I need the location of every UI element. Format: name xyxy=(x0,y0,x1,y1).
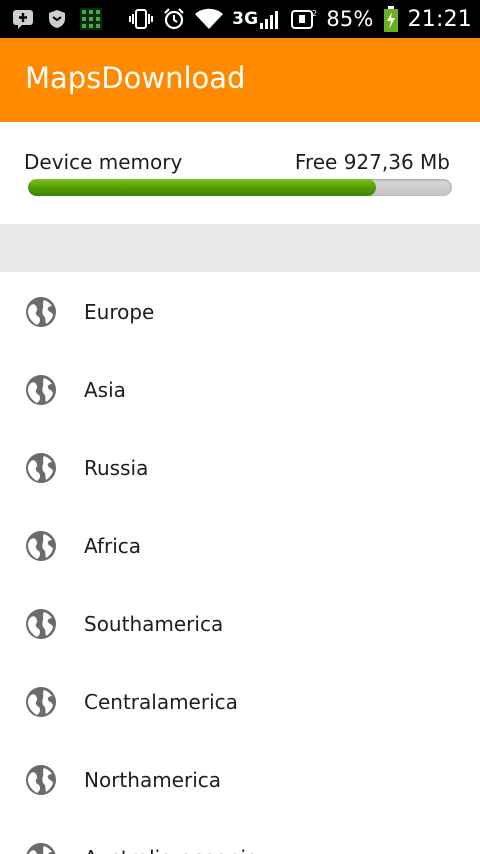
list-item-label: Australia-oceania xyxy=(84,846,258,854)
list-item[interactable]: Centralamerica xyxy=(0,662,480,740)
svg-text:2: 2 xyxy=(312,9,317,18)
list-item-label: Africa xyxy=(84,534,142,558)
memory-progress-fill xyxy=(28,179,376,196)
list-item-label: Northamerica xyxy=(84,768,222,792)
app-title: MapsDownload xyxy=(25,61,246,95)
battery-charging-icon xyxy=(383,6,399,32)
globe-icon xyxy=(25,374,57,406)
list-item[interactable]: Asia xyxy=(0,350,480,428)
list-item[interactable]: Australia-oceania xyxy=(0,818,480,854)
grid-app-icon xyxy=(80,8,102,30)
section-divider xyxy=(0,224,480,272)
memory-label: Device memory xyxy=(24,150,183,174)
bbm-icon xyxy=(12,9,34,29)
shield-icon xyxy=(48,9,66,29)
clock: 21:21 xyxy=(407,6,472,32)
globe-icon xyxy=(25,530,57,562)
globe-icon xyxy=(25,686,57,718)
list-item[interactable]: Europe xyxy=(0,272,480,350)
alarm-icon xyxy=(162,7,186,31)
globe-icon xyxy=(25,296,57,328)
battery-percent: 85% xyxy=(326,7,374,31)
sim2-icon: 2 xyxy=(291,8,317,30)
globe-icon xyxy=(25,764,57,796)
globe-icon xyxy=(25,842,57,854)
list-item[interactable]: Southamerica xyxy=(0,584,480,662)
memory-panel: Device memory Free 927,36 Mb xyxy=(0,122,480,224)
globe-icon xyxy=(25,608,57,640)
list-item-label: Asia xyxy=(84,378,126,402)
list-item-label: Europe xyxy=(84,300,155,324)
globe-icon xyxy=(25,452,57,484)
app-bar: MapsDownload xyxy=(0,38,480,122)
signal-3g-icon: 3G xyxy=(232,9,282,29)
list-item[interactable]: Russia xyxy=(0,428,480,506)
memory-progress-bar xyxy=(28,179,452,196)
wifi-icon xyxy=(195,8,224,30)
region-list: Europe Asia Russia Africa Southamerica Centra… xyxy=(0,272,480,854)
list-item[interactable]: Northamerica xyxy=(0,740,480,818)
vibrate-icon xyxy=(129,8,154,30)
status-bar: 3G 2 85% 21:21 xyxy=(0,0,480,38)
list-item-label: Centralamerica xyxy=(84,690,238,714)
list-item-label: Russia xyxy=(84,456,149,480)
memory-free-value: Free 927,36 Mb xyxy=(294,150,450,174)
list-item[interactable]: Africa xyxy=(0,506,480,584)
list-item-label: Southamerica xyxy=(84,612,224,636)
